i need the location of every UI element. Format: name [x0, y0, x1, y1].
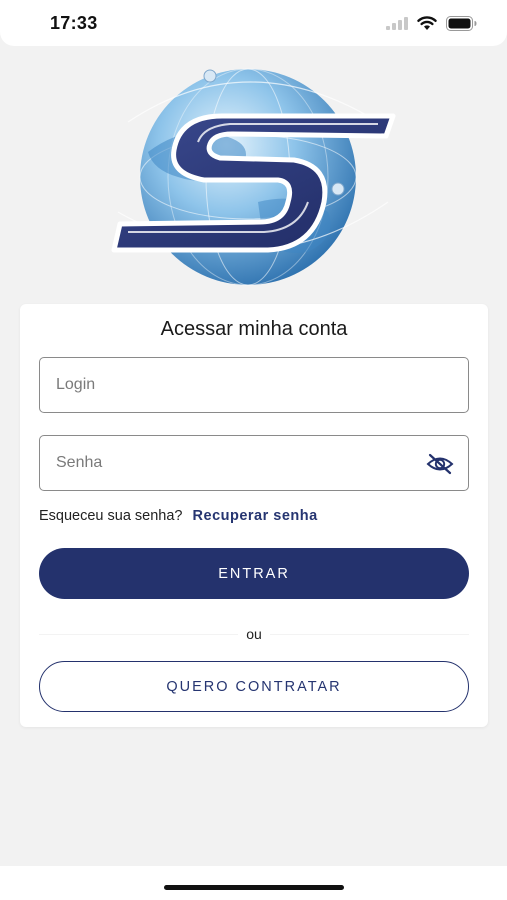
bottom-bar: [0, 866, 507, 900]
home-indicator[interactable]: [164, 885, 344, 890]
status-bar: 17:33: [0, 0, 507, 46]
login-field[interactable]: [39, 357, 469, 413]
recover-password-link[interactable]: Recuperar senha: [193, 508, 318, 524]
divider-text: ou: [238, 626, 270, 642]
login-input[interactable]: [56, 358, 416, 412]
eye-off-icon: [426, 453, 454, 475]
login-card: Acessar minha conta Esqueceu sua senha? …: [20, 304, 488, 727]
login-button[interactable]: ENTRAR: [39, 548, 469, 599]
wifi-icon: [417, 15, 437, 30]
status-icons: [386, 14, 477, 32]
battery-icon: [446, 15, 477, 31]
forgot-password-text: Esqueceu sua senha?: [39, 508, 183, 524]
toggle-password-visibility-button[interactable]: [426, 452, 454, 476]
forgot-password-row: Esqueceu sua senha? Recuperar senha: [39, 508, 318, 524]
brand-logo: [108, 62, 398, 287]
globe-s-logo: [111, 68, 396, 286]
signup-button[interactable]: QUERO CONTRATAR: [39, 661, 469, 712]
password-field[interactable]: [39, 435, 469, 491]
divider-label: ou: [20, 626, 488, 642]
signal-icon: [386, 16, 408, 30]
status-time: 17:33: [50, 13, 98, 33]
password-input[interactable]: [56, 436, 416, 490]
card-title: Acessar minha conta: [160, 318, 348, 340]
